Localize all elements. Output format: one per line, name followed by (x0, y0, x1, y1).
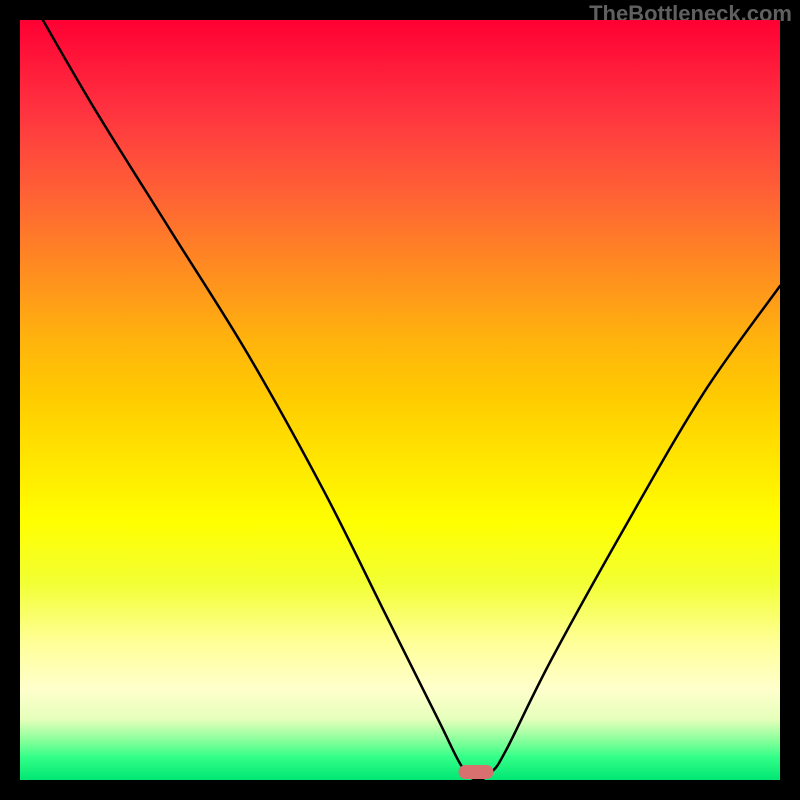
bottleneck-curve (43, 20, 780, 780)
chart-frame: TheBottleneck.com (0, 0, 800, 800)
optimal-marker (459, 765, 494, 779)
curve-svg (20, 20, 780, 780)
plot-area (20, 20, 780, 780)
